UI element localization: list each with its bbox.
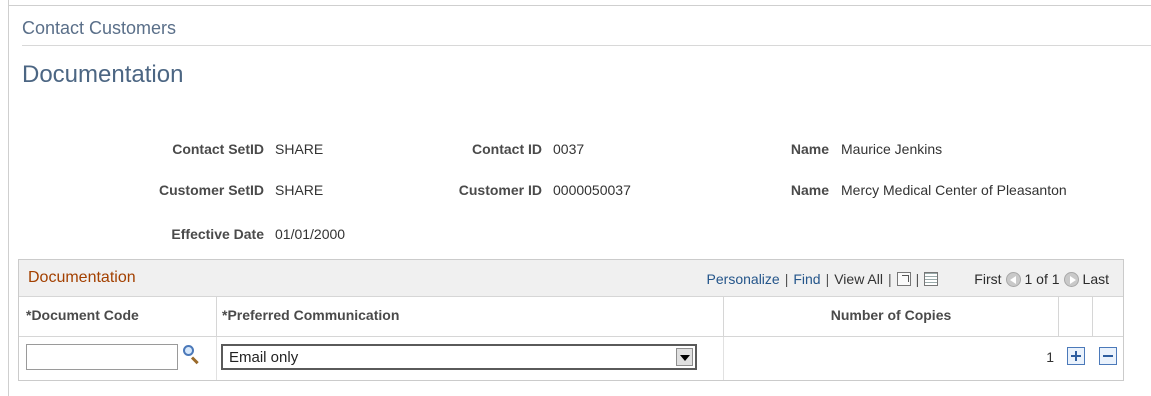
document-code-input[interactable] — [26, 344, 178, 370]
breadcrumb: Contact Customers — [22, 18, 177, 38]
contact-setid-label: Contact SetID — [172, 141, 264, 157]
customer-setid-label: Customer SetID — [158, 182, 264, 198]
contact-id-label: Contact ID — [472, 141, 542, 157]
column-header-number-of-copies: Number of Copies — [724, 297, 1059, 337]
number-of-copies-cell: 1 — [724, 337, 1059, 380]
page-title: Documentation — [22, 61, 184, 88]
customer-setid-value: SHARE — [275, 182, 324, 198]
magnifier-icon[interactable] — [183, 345, 201, 365]
right-arrow-circle-icon[interactable] — [1063, 271, 1079, 287]
column-header-document-code: *Document Code — [19, 297, 217, 337]
header-divider — [22, 45, 1151, 46]
documentation-grid: Documentation Personalize | Find | View … — [18, 259, 1124, 381]
customer-id-value: 0000050037 — [553, 182, 631, 198]
minus-icon[interactable] — [1099, 347, 1117, 365]
preferred-communication-select[interactable]: Email only — [221, 344, 697, 370]
lookup-lens — [183, 345, 194, 356]
spreadsheet-icon[interactable] — [924, 272, 939, 286]
left-arrow-circle-icon[interactable] — [1005, 271, 1021, 287]
grid-title: Documentation — [28, 269, 136, 286]
contact-name-label: Name — [790, 141, 829, 157]
effective-date-label: Effective Date — [171, 226, 264, 242]
preferred-communication-cell: Email only — [217, 337, 724, 380]
customer-id-label: Customer ID — [458, 182, 542, 198]
column-header-delete — [1093, 297, 1123, 337]
column-header-add — [1059, 297, 1093, 337]
nav-separator: | — [915, 271, 920, 287]
contact-id-value: 0037 — [553, 141, 585, 157]
grid-header-bar: Documentation Personalize | Find | View … — [19, 260, 1123, 297]
contact-name-value: Maurice Jenkins — [841, 141, 943, 157]
nav-separator: | — [784, 271, 789, 287]
nav-separator: | — [888, 271, 892, 287]
effective-date-value: 01/01/2000 — [275, 226, 346, 242]
view-all-link[interactable]: View All — [834, 271, 883, 287]
preferred-communication-value: Email only — [229, 349, 299, 366]
nav-separator: | — [825, 271, 830, 287]
number-of-copies-value: 1 — [1046, 349, 1054, 365]
lookup-handle — [190, 356, 199, 365]
first-link[interactable]: First — [974, 271, 1001, 287]
plus-icon[interactable] — [1067, 347, 1085, 365]
grid-navigation: Personalize | Find | View All | | First … — [707, 271, 1109, 287]
chevron-down-icon[interactable] — [676, 348, 693, 366]
customer-name-label: Name — [790, 182, 829, 198]
personalize-link[interactable]: Personalize — [707, 271, 780, 287]
find-link[interactable]: Find — [793, 271, 820, 287]
column-header-preferred-communication: *Preferred Communication — [217, 297, 724, 337]
customer-name-value: Mercy Medical Center of Pleasanton — [841, 182, 1067, 198]
last-link[interactable]: Last — [1083, 271, 1109, 287]
new-window-icon[interactable] — [896, 272, 911, 286]
page-frame-top — [8, 5, 1151, 6]
table-row — [19, 337, 217, 380]
row-range: 1 of 1 — [1024, 271, 1060, 287]
page-frame-left — [8, 0, 9, 396]
contact-setid-value: SHARE — [275, 141, 324, 157]
